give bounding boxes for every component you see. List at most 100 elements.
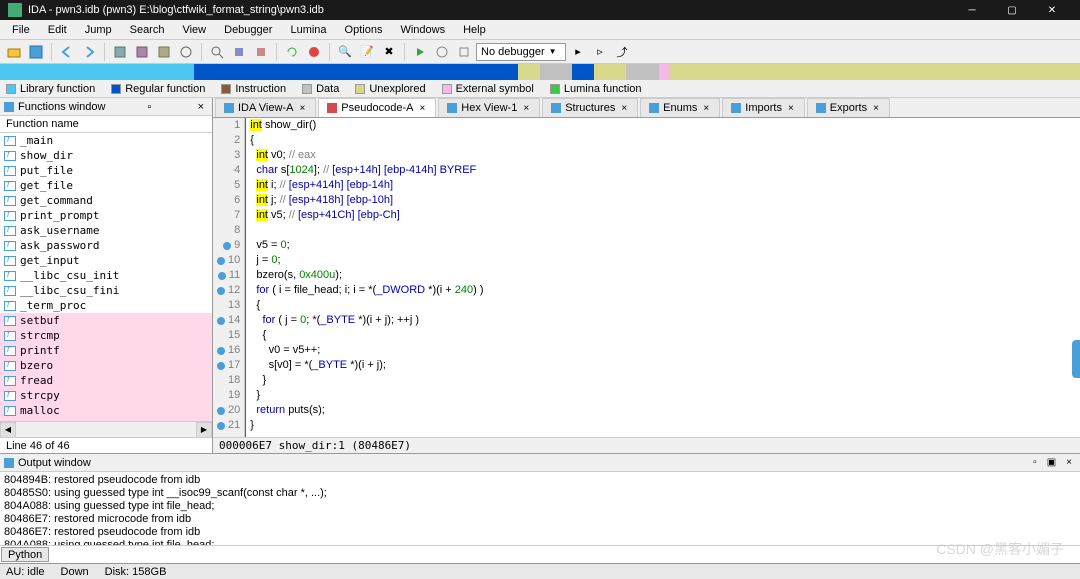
panel-close-button[interactable]: ×	[194, 101, 208, 113]
breakpoint-dot[interactable]	[217, 347, 225, 355]
function-item[interactable]: printf	[0, 343, 212, 358]
breakpoint-dot[interactable]	[223, 152, 231, 160]
tool-b[interactable]	[132, 42, 152, 62]
breakpoint-dot[interactable]	[223, 242, 231, 250]
tool-a[interactable]	[110, 42, 130, 62]
function-item[interactable]: __libc_csu_fini	[0, 283, 212, 298]
code-line[interactable]: }	[250, 418, 483, 433]
function-item[interactable]: show_dir	[0, 148, 212, 163]
code-line[interactable]: v0 = v5++;	[250, 343, 483, 358]
save-button[interactable]	[26, 42, 46, 62]
breakpoint-dot[interactable]	[217, 377, 225, 385]
functions-column-header[interactable]: Function name	[0, 116, 212, 133]
menu-search[interactable]: Search	[122, 22, 173, 38]
function-item[interactable]: ask_password	[0, 238, 212, 253]
tool-c[interactable]	[154, 42, 174, 62]
code-line[interactable]: int v5; // [esp+41Ch] [ebp-Ch]	[250, 208, 483, 223]
menu-view[interactable]: View	[174, 22, 214, 38]
language-button[interactable]: Python	[1, 547, 49, 562]
code-line[interactable]: {	[250, 133, 483, 148]
breakpoint-dot[interactable]	[217, 407, 225, 415]
function-item[interactable]: _term_proc	[0, 298, 212, 313]
code-line[interactable]: int i; // [esp+414h] [ebp-14h]	[250, 178, 483, 193]
breakpoint-dot[interactable]	[223, 212, 231, 220]
menu-lumina[interactable]: Lumina	[282, 22, 334, 38]
debug-step-1[interactable]: ▸	[568, 42, 588, 62]
menu-edit[interactable]: Edit	[40, 22, 75, 38]
minimize-button[interactable]: ─	[952, 0, 992, 20]
output-minimize-button[interactable]: ▫	[1029, 457, 1041, 468]
tool-f[interactable]	[251, 42, 271, 62]
open-button[interactable]	[4, 42, 24, 62]
panel-menu-button[interactable]: ▫	[144, 101, 156, 113]
function-item[interactable]: malloc	[0, 403, 212, 418]
function-item[interactable]: ask_username	[0, 223, 212, 238]
refresh-button[interactable]	[282, 42, 302, 62]
function-item[interactable]: get_input	[0, 253, 212, 268]
text-button[interactable]: 📝	[357, 42, 377, 62]
tab-close-button[interactable]: ×	[619, 103, 629, 114]
output-restore-button[interactable]: ▣	[1043, 457, 1060, 468]
breakpoint-dot[interactable]	[223, 227, 231, 235]
debugger-select[interactable]: No debugger ▼	[476, 43, 566, 61]
side-grip[interactable]	[1072, 340, 1080, 378]
code-line[interactable]: for ( i = file_head; i; i = *(_DWORD *)(…	[250, 283, 483, 298]
output-close-button[interactable]: ×	[1062, 457, 1076, 468]
code-line[interactable]: int show_dir()	[250, 118, 483, 133]
menu-file[interactable]: File	[4, 22, 38, 38]
breakpoint-dot[interactable]	[223, 137, 231, 145]
function-item[interactable]: strcpy	[0, 388, 212, 403]
breakpoint-dot[interactable]	[223, 122, 231, 130]
code-tab[interactable]: Enums×	[640, 98, 720, 117]
debug-pause[interactable]	[432, 42, 452, 62]
function-item[interactable]: _main	[0, 133, 212, 148]
breakpoint-dot[interactable]	[217, 287, 225, 295]
debug-stop[interactable]	[304, 42, 324, 62]
code-line[interactable]: {	[250, 298, 483, 313]
code-line[interactable]: int v0; // eax	[250, 148, 483, 163]
tab-close-button[interactable]: ×	[871, 103, 881, 114]
code-tab[interactable]: Pseudocode-A×	[318, 98, 436, 117]
menu-windows[interactable]: Windows	[392, 22, 453, 38]
code-line[interactable]: for ( j = 0; *(_BYTE *)(i + j); ++j )	[250, 313, 483, 328]
code-tab[interactable]: Exports×	[807, 98, 890, 117]
menu-help[interactable]: Help	[455, 22, 494, 38]
code-line[interactable]: int j; // [esp+418h] [ebp-10h]	[250, 193, 483, 208]
code-line[interactable]: }	[250, 388, 483, 403]
function-item[interactable]: setbuf	[0, 313, 212, 328]
output-content[interactable]: 804894B: restored pseudocode from idb804…	[0, 472, 1080, 545]
function-item[interactable]: bzero	[0, 358, 212, 373]
function-item[interactable]: __libc_csu_init	[0, 268, 212, 283]
tool-e[interactable]	[229, 42, 249, 62]
tab-close-button[interactable]: ×	[701, 103, 711, 114]
code-line[interactable]: s[v0] = *(_BYTE *)(i + j);	[250, 358, 483, 373]
code-line[interactable]: bzero(s, 0x400u);	[250, 268, 483, 283]
breakpoint-dot[interactable]	[217, 302, 225, 310]
functions-list[interactable]: _mainshow_dirput_fileget_fileget_command…	[0, 133, 212, 421]
tab-close-button[interactable]: ×	[521, 103, 531, 114]
function-item[interactable]: print_prompt	[0, 208, 212, 223]
code-tab[interactable]: IDA View-A×	[215, 98, 316, 117]
breakpoint-dot[interactable]	[217, 317, 225, 325]
debug-step-3[interactable]: ⤴	[612, 42, 632, 62]
navigation-overview[interactable]	[0, 64, 1080, 80]
function-item[interactable]: get_file	[0, 178, 212, 193]
code-tab[interactable]: Imports×	[722, 98, 805, 117]
scroll-track[interactable]	[16, 422, 196, 438]
breakpoint-dot[interactable]	[217, 362, 225, 370]
cross-button[interactable]: ✖	[379, 42, 399, 62]
code-line[interactable]: {	[250, 328, 483, 343]
code-line[interactable]: }	[250, 373, 483, 388]
code-line[interactable]: char s[1024]; // [esp+14h] [ebp-414h] BY…	[250, 163, 483, 178]
code-line[interactable]: return puts(s);	[250, 403, 483, 418]
function-item[interactable]: strcmp	[0, 328, 212, 343]
tab-close-button[interactable]: ×	[297, 103, 307, 114]
menu-jump[interactable]: Jump	[77, 22, 120, 38]
debug-run[interactable]	[410, 42, 430, 62]
code-line[interactable]	[250, 223, 483, 238]
function-item[interactable]: fread	[0, 373, 212, 388]
code-line[interactable]: v5 = 0;	[250, 238, 483, 253]
tab-close-button[interactable]: ×	[786, 103, 796, 114]
menu-options[interactable]: Options	[337, 22, 391, 38]
breakpoint-dot[interactable]	[223, 167, 231, 175]
